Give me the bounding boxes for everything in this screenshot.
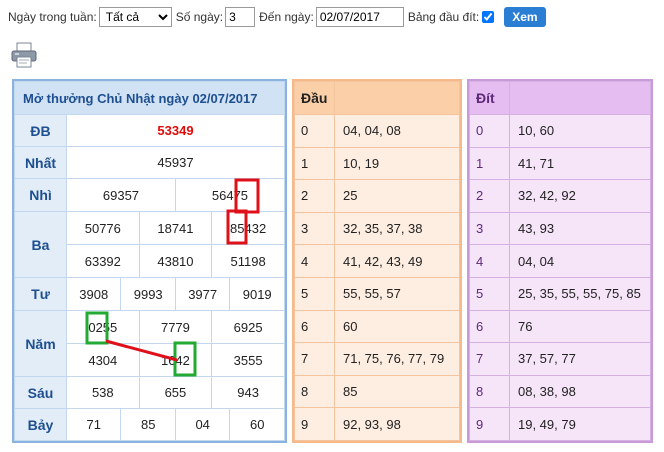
prize-sau-number-2: 655 [138,376,213,409]
dit-key: 8 [469,374,510,409]
dit-values: 08, 38, 98 [509,374,651,409]
dau-key: 3 [294,211,335,246]
dit-values: 41, 71 [509,146,651,181]
dau-values: 85 [334,374,460,409]
prize-nam-number-1: 0255 [66,310,140,344]
dit-key: 2 [469,179,510,213]
dit-key: 6 [469,309,510,344]
prize-tu-number-1: 3908 [65,277,122,311]
dit-header: Đít [469,81,510,115]
prize-bay-number-1: 71 [65,408,122,441]
dau-values: 25 [334,179,460,213]
prize-name-ba: Ba [14,211,67,278]
results-table: Mở thưởng Chủ Nhật ngày 02/07/2017 ĐB 53… [14,81,286,441]
dit-key: 1 [469,146,510,181]
prize-nhat-number: 45937 [66,146,285,179]
prize-ba-number-5: 43810 [138,244,213,278]
results-title: Mở thưởng Chủ Nhật ngày 02/07/2017 [14,81,285,115]
prize-name-bay: Bảy [14,408,67,441]
dau-key: 7 [294,342,335,376]
printer-icon[interactable] [10,42,38,68]
dau-header-blank [334,81,460,115]
dau-key: 2 [294,179,335,213]
prize-bay-number-2: 85 [120,408,176,441]
prize-ba-number-3: 85432 [211,211,285,245]
dau-values: 71, 75, 76, 77, 79 [334,342,460,376]
prize-nhi-number-1: 69357 [66,178,176,212]
prize-ba-number-4: 63392 [66,244,140,278]
prize-sau-number-3: 943 [211,376,285,409]
prize-name-db: ĐB [14,114,67,147]
dit-key: 3 [469,211,510,246]
prize-nam-number-3: 6925 [211,310,285,344]
prize-ba-number-6: 51198 [211,244,285,278]
dau-values: 04, 04, 08 [334,114,460,148]
prize-nhi-number-2: 56475 [174,178,286,212]
prize-tu-number-2: 9993 [120,277,176,311]
dit-values: 10, 60 [509,114,651,148]
prize-nam-number-5: 1642 [138,343,213,377]
dau-values: 92, 93, 98 [334,407,460,441]
prize-bay-number-3: 04 [174,408,231,441]
dit-key: 7 [469,342,510,376]
dau-table: Đầu 0 04, 04, 08 1 10, 19 2 25 3 32, 35, 37,… [294,81,460,441]
prize-sau-number-1: 538 [66,376,140,409]
dit-panel: Đít 0 10, 60 1 41, 71 2 32, 42, 92 3 43, 93 … [467,79,653,443]
prize-nam-number-6: 3555 [211,343,285,377]
dau-header: Đầu [294,81,335,115]
dau-key: 0 [294,114,335,148]
filter-toolbar: Ngày trong tuần: Tất cả Số ngày: Đến ngà… [8,5,546,29]
dit-values: 43, 93 [509,211,651,246]
dau-key: 8 [294,374,335,409]
day-count-input[interactable] [225,7,256,27]
prize-name-sau: Sáu [14,376,67,409]
prize-ba-number-1: 50776 [66,211,140,245]
day-of-week-select[interactable]: Tất cả [98,7,172,27]
day-of-week-label: Ngày trong tuần: [8,10,97,24]
prize-bay-number-4: 60 [229,408,285,441]
dit-values: 76 [509,309,651,344]
end-date-label: Đến ngày: [259,10,314,24]
dau-panel: Đầu 0 04, 04, 08 1 10, 19 2 25 3 32, 35, 37,… [292,79,462,443]
dit-key: 5 [469,276,510,311]
dau-key: 9 [294,407,335,441]
dit-key: 4 [469,244,510,278]
dau-dit-label: Bảng đầu đít: [407,10,480,24]
dau-dit-checkbox[interactable] [482,11,495,23]
prize-nam-number-4: 4304 [66,343,140,377]
end-date-input[interactable] [315,7,404,27]
day-count-label: Số ngày: [175,10,224,24]
dau-values: 60 [334,309,460,344]
prize-ba-number-2: 18741 [138,211,213,245]
prize-tu-number-3: 3977 [174,277,231,311]
dit-key: 0 [469,114,510,148]
dit-table: Đít 0 10, 60 1 41, 71 2 32, 42, 92 3 43, 93 … [469,81,651,441]
dit-values: 25, 35, 55, 55, 75, 85 [509,276,651,311]
prize-name-nam: Năm [14,310,67,377]
prize-db-number: 53349 [66,114,285,147]
dau-key: 4 [294,244,335,278]
dau-values: 10, 19 [334,146,460,181]
view-button[interactable]: Xem [504,7,546,27]
dit-values: 04, 04 [509,244,651,278]
dau-values: 55, 55, 57 [334,276,460,311]
prize-nam-number-2: 7779 [138,310,213,344]
dau-key: 5 [294,276,335,311]
dau-key: 6 [294,309,335,344]
dit-header-blank [509,81,651,115]
dau-key: 1 [294,146,335,181]
dau-values: 41, 42, 43, 49 [334,244,460,278]
dit-values: 37, 57, 77 [509,342,651,376]
dit-key: 9 [469,407,510,441]
prize-name-nhat: Nhất [14,146,67,179]
prize-tu-number-4: 9019 [229,277,285,311]
results-panel: Mở thưởng Chủ Nhật ngày 02/07/2017 ĐB 53… [12,79,287,443]
prize-name-nhi: Nhì [14,178,67,212]
dit-values: 32, 42, 92 [509,179,651,213]
dit-values: 19, 49, 79 [509,407,651,441]
prize-name-tu: Tư [14,277,67,311]
dau-values: 32, 35, 37, 38 [334,211,460,246]
